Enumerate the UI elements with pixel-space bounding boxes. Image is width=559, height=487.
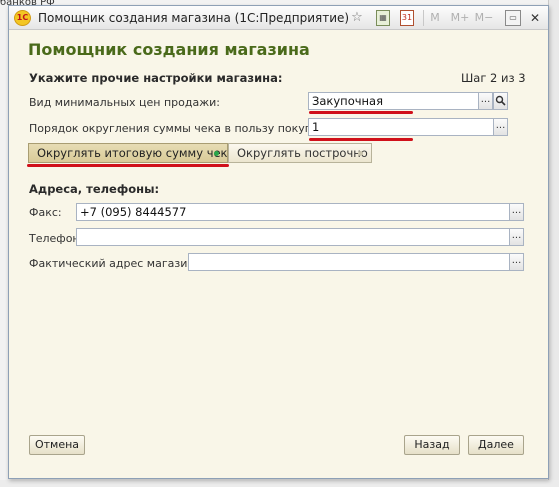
round-lines-toggle[interactable]: Округлять построчно bbox=[228, 143, 372, 163]
round-lines-label: Округлять построчно bbox=[237, 146, 368, 160]
memory-plus-button[interactable]: M+ bbox=[450, 10, 470, 26]
settings-section-title: Укажите прочие настройки магазина: bbox=[29, 71, 283, 85]
cancel-button[interactable]: Отмена bbox=[29, 435, 85, 455]
background-right-panel bbox=[548, 0, 559, 487]
search-icon[interactable] bbox=[493, 92, 508, 110]
unselected-indicator-icon bbox=[358, 151, 363, 156]
address-label: Фактический адрес магазина: bbox=[29, 257, 205, 270]
calendar-icon[interactable]: 31 bbox=[400, 10, 414, 26]
round-total-label: Округлять итоговую сумму чека bbox=[37, 146, 235, 160]
highlight-underline bbox=[27, 164, 229, 167]
close-icon[interactable]: ✕ bbox=[527, 10, 543, 26]
star-icon[interactable]: ☆ bbox=[349, 10, 365, 26]
fax-label: Факс: bbox=[29, 206, 62, 219]
toolbar-separator bbox=[423, 10, 424, 26]
round-total-toggle[interactable]: Округлять итоговую сумму чека bbox=[28, 143, 235, 163]
restore-window-icon[interactable]: ▭ bbox=[505, 10, 521, 26]
min-price-label: Вид минимальных цен продажи: bbox=[29, 96, 220, 109]
min-price-field[interactable]: Закупочная bbox=[308, 92, 479, 110]
page-title: Помощник создания магазина bbox=[28, 40, 310, 59]
rounding-field[interactable]: 1 bbox=[308, 118, 494, 136]
step-indicator: Шаг 2 из 3 bbox=[461, 71, 526, 85]
title-bar[interactable]: 1С Помощник создания магазина (1С:Предпр… bbox=[9, 6, 548, 30]
window-title: Помощник создания магазина (1С:Предприят… bbox=[38, 11, 350, 25]
next-button[interactable]: Далее bbox=[468, 435, 524, 455]
phone-field[interactable] bbox=[76, 228, 510, 246]
fax-field[interactable]: +7 (095) 8444577 bbox=[76, 203, 510, 221]
wizard-window: 1С Помощник создания магазина (1С:Предпр… bbox=[8, 5, 549, 479]
rounding-select-button[interactable]: ... bbox=[493, 118, 508, 136]
back-button[interactable]: Назад bbox=[404, 435, 460, 455]
min-price-select-button[interactable]: ... bbox=[478, 92, 493, 110]
phone-select-button[interactable]: ... bbox=[509, 228, 524, 246]
memory-minus-button[interactable]: M− bbox=[474, 10, 494, 26]
contacts-section-title: Адреса, телефоны: bbox=[29, 182, 160, 196]
selected-indicator-icon bbox=[214, 151, 219, 156]
memory-m-button[interactable]: M bbox=[429, 10, 441, 26]
highlight-underline bbox=[309, 138, 413, 141]
calculator-icon[interactable]: ▦ bbox=[376, 10, 390, 26]
app-logo-icon: 1С bbox=[14, 10, 31, 26]
address-field[interactable] bbox=[188, 253, 510, 271]
fax-select-button[interactable]: ... bbox=[509, 203, 524, 221]
highlight-underline bbox=[309, 111, 413, 114]
address-select-button[interactable]: ... bbox=[509, 253, 524, 271]
background-bottom-panel bbox=[0, 480, 559, 487]
rounding-label: Порядок округления суммы чека в пользу п… bbox=[29, 122, 350, 135]
